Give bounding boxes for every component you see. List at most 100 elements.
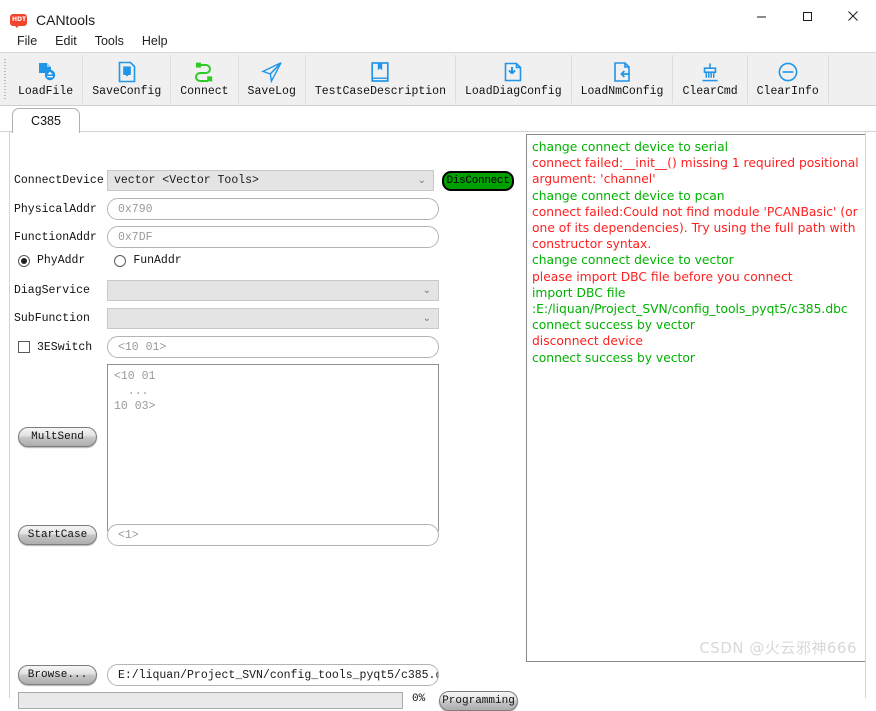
load-nm-config-icon: [610, 60, 634, 84]
log-output-panel[interactable]: change connect device to serial connect …: [526, 134, 866, 662]
start-case-button[interactable]: StartCase: [18, 525, 97, 545]
toolbar-button-label: LoadFile: [18, 85, 74, 98]
three-e-switch-checkbox[interactable]: 3ESwitch: [18, 341, 102, 354]
browse-button[interactable]: Browse...: [18, 665, 97, 685]
menu-bar: File Edit Tools Help: [0, 30, 177, 52]
toolbar-button-clear-cmd[interactable]: ClearCmd: [673, 55, 748, 103]
log-line: connect success by vector: [532, 318, 695, 333]
menu-item-help[interactable]: Help: [133, 32, 177, 50]
menu-item-tools[interactable]: Tools: [86, 32, 133, 50]
save-log-icon: [260, 60, 284, 84]
load-diag-config-icon: [501, 60, 525, 84]
load-file-icon: [34, 60, 58, 84]
tab-c385[interactable]: C385: [12, 108, 80, 133]
test-case-description-icon: [368, 60, 392, 84]
connect-device-label: ConnectDevice: [14, 174, 104, 187]
radio-fun-addr-label: FunAddr: [133, 254, 182, 267]
title-bar: HDT CANtools File Edit Tools Help: [0, 0, 876, 52]
connect-device-row: ConnectDevice vector <Vector Tools> ⌄ Di…: [14, 170, 514, 191]
connect-device-combobox[interactable]: vector <Vector Tools> ⌄: [107, 170, 435, 191]
progress-bar: [18, 692, 403, 709]
tab-strip: C385: [0, 106, 876, 133]
window-title: CANtools: [36, 12, 96, 28]
watermark: CSDN @火云邪神666: [699, 639, 857, 657]
log-line: connect failed:Could not find module 'PC…: [532, 204, 862, 252]
chevron-down-icon: ⌄: [422, 285, 431, 296]
toolbar-button-test-case-description[interactable]: TestCaseDescription: [306, 55, 456, 103]
connect-icon: [192, 60, 216, 84]
function-addr-row: FunctionAddr 0x7DF: [14, 226, 439, 248]
dbc-path-input[interactable]: E:/liquan/Project_SVN/config_tools_pyqt5…: [107, 664, 439, 686]
toolbar-button-connect[interactable]: Connect: [171, 55, 239, 103]
checkbox-indicator-icon: [18, 341, 30, 353]
right-edge-strip: [865, 132, 876, 698]
log-line: import DBC file :E:/liquan/Project_SVN/c…: [532, 285, 848, 317]
log-line: change connect device to pcan: [532, 188, 725, 203]
toolbar: LoadFile SaveConfig Connect SaveLog Test…: [0, 52, 876, 106]
addr-mode-row: PhyAddr FunAddr: [18, 254, 182, 267]
log-line: disconnect device: [532, 334, 643, 349]
function-addr-input[interactable]: 0x7DF: [107, 226, 439, 248]
chevron-down-icon: ⌄: [422, 313, 431, 324]
toolbar-button-label: LoadDiagConfig: [464, 85, 562, 98]
physical-addr-input[interactable]: 0x790: [107, 198, 439, 220]
mult-send-button[interactable]: MultSend: [18, 427, 97, 447]
toolbar-button-label: LoadNmConfig: [580, 85, 664, 98]
toolbar-button-load-file[interactable]: LoadFile: [9, 55, 84, 103]
menu-item-edit[interactable]: Edit: [46, 32, 86, 50]
three-e-switch-row: 3ESwitch <10 01>: [18, 336, 439, 358]
radio-phy-addr[interactable]: PhyAddr: [18, 254, 85, 267]
toolbar-button-label: Connect: [180, 85, 229, 98]
toolbar-button-save-config[interactable]: SaveConfig: [83, 55, 172, 103]
progress-percent-label: 0%: [412, 693, 426, 705]
sub-function-label: SubFunction: [14, 312, 90, 325]
toolbar-button-label: SaveConfig: [92, 85, 162, 98]
radio-phy-addr-label: PhyAddr: [37, 254, 86, 267]
diag-service-combobox[interactable]: ⌄: [107, 280, 439, 301]
diag-service-label: DiagService: [14, 284, 90, 297]
clear-info-icon: [776, 60, 800, 84]
three-e-switch-input[interactable]: <10 01>: [107, 336, 439, 358]
log-line: change connect device to vector: [532, 253, 734, 268]
connect-device-value: vector <Vector Tools>: [114, 174, 259, 187]
toolbar-button-label: SaveLog: [247, 85, 296, 98]
mult-send-textarea[interactable]: <10 01 ... 10 03>: [107, 364, 439, 531]
close-button[interactable]: [830, 0, 876, 32]
radio-indicator-icon: [18, 254, 30, 267]
diag-service-row: DiagService ⌄: [14, 280, 439, 301]
programming-button[interactable]: Programming: [439, 691, 518, 711]
radio-indicator-icon: [114, 254, 127, 267]
toolbar-button-save-log[interactable]: SaveLog: [239, 55, 306, 103]
main-body: ConnectDevice vector <Vector Tools> ⌄ Di…: [0, 132, 876, 711]
window-controls: [738, 0, 876, 32]
log-line: connect failed:__init__() missing 1 requ…: [532, 156, 863, 187]
log-line: change connect device to serial: [532, 140, 729, 154]
sub-function-combobox[interactable]: ⌄: [107, 308, 439, 329]
radio-fun-addr[interactable]: FunAddr: [114, 254, 182, 267]
log-line: connect success by vector: [532, 350, 695, 365]
start-case-input[interactable]: <1>: [107, 524, 439, 546]
application-window: HDT CANtools File Edit Tools Help LoadFi…: [0, 0, 876, 711]
right-pane: change connect device to serial connect …: [520, 132, 876, 698]
connect-state-button[interactable]: DisConnect: [442, 170, 514, 191]
toolbar-button-load-diag-config[interactable]: LoadDiagConfig: [456, 55, 572, 103]
toolbar-button-load-nm-config[interactable]: LoadNmConfig: [572, 55, 674, 103]
toolbar-button-label: ClearCmd: [682, 85, 738, 98]
app-bubble-icon: HDT: [10, 12, 27, 29]
three-e-switch-label: 3ESwitch: [37, 340, 93, 354]
left-pane: ConnectDevice vector <Vector Tools> ⌄ Di…: [0, 132, 520, 711]
clear-cmd-icon: [698, 60, 722, 84]
physical-addr-row: PhysicalAddr 0x790: [14, 198, 439, 220]
sub-function-row: SubFunction ⌄: [14, 308, 439, 329]
title-bar-left: HDT CANtools: [0, 0, 95, 33]
toolbar-button-label: ClearInfo: [756, 85, 819, 98]
toolbar-grip[interactable]: [2, 59, 9, 99]
log-line: please import DBC file before you connec…: [532, 269, 793, 284]
maximize-button[interactable]: [784, 0, 830, 32]
left-pane-edge: [9, 132, 10, 698]
minimize-button[interactable]: [738, 0, 784, 32]
toolbar-button-label: TestCaseDescription: [314, 85, 446, 98]
toolbar-button-clear-info[interactable]: ClearInfo: [748, 55, 829, 103]
save-config-icon: [115, 60, 139, 84]
menu-item-file[interactable]: File: [8, 32, 46, 50]
